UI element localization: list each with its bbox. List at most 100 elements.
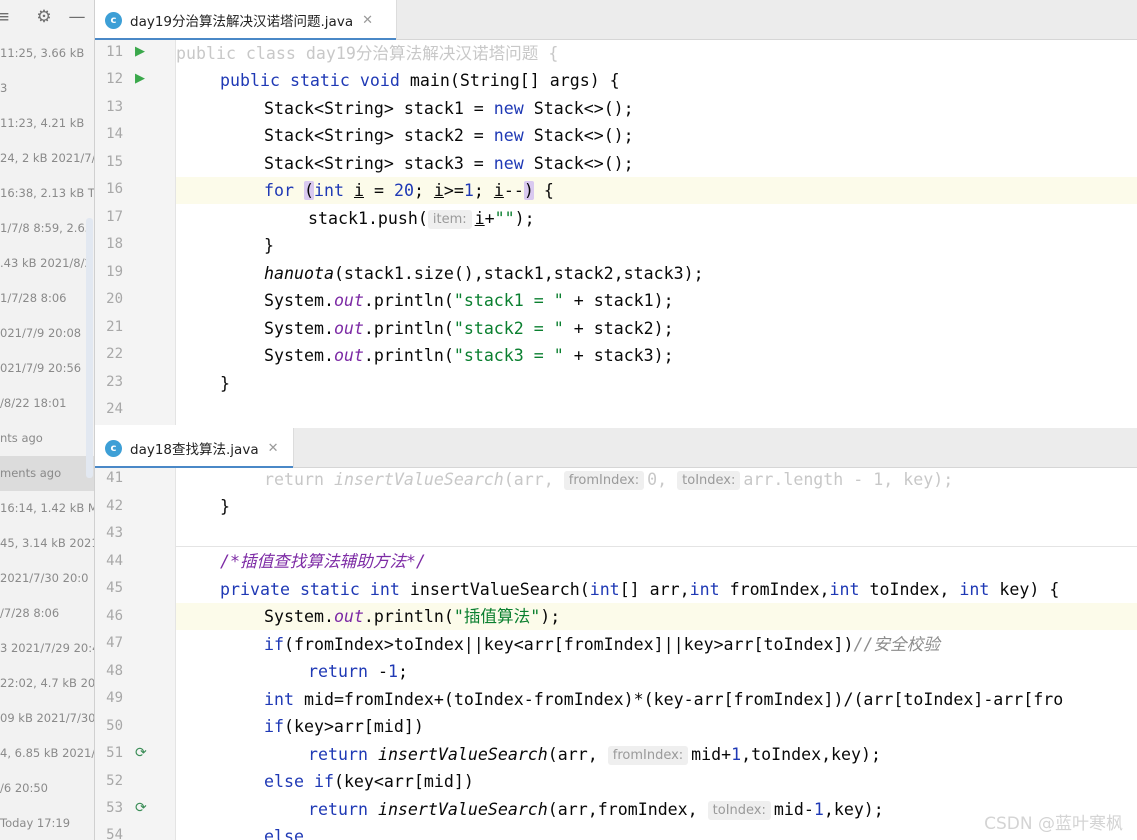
code-line-49: int mid=fromIndex+(toIndex-fromIndex)*(k… [264, 690, 1064, 709]
line-number: 12 [106, 71, 123, 87]
file-list-item[interactable]: 16:14, 1.42 kB M [0, 491, 94, 526]
file-list-item[interactable]: 45, 3.14 kB 2021 [0, 526, 94, 561]
close-icon[interactable]: ✕ [268, 441, 279, 456]
line-number: 51 [106, 745, 123, 761]
close-icon[interactable]: ✕ [362, 13, 373, 28]
param-hint: item: [427, 210, 472, 229]
file-list-item[interactable]: 22:02, 4.7 kB 20 [0, 666, 94, 701]
code-line-23: } [220, 374, 230, 393]
line-number: 46 [106, 608, 123, 624]
tab-day19[interactable]: c day19分治算法解决汉诺塔问题.java ✕ [95, 0, 397, 41]
file-list-item[interactable]: 16:38, 2.13 kB T [0, 176, 94, 211]
run-icon[interactable]: ▶ [135, 44, 145, 59]
file-list-item[interactable]: 1/7/8 8:59, 2.65 [0, 211, 94, 246]
code-line-51: return insertValueSearch(arr, fromIndex:… [308, 745, 882, 765]
code-line-17: stack1.push(item: i+""); [308, 209, 535, 229]
code-line-14: Stack<String> stack2 = new Stack<>(); [264, 126, 634, 145]
file-list-item[interactable]: 2021/7/30 20:0 [0, 561, 94, 596]
file-list-item[interactable]: 1/7/28 8:06 [0, 281, 94, 316]
code-line-15: Stack<String> stack3 = new Stack<>(); [264, 154, 634, 173]
code-line-13: Stack<String> stack1 = new Stack<>(); [264, 99, 634, 118]
code-line-41: return insertValueSearch(arr, fromIndex:… [264, 470, 954, 490]
line-number: 42 [106, 498, 123, 514]
file-list-item[interactable]: 3 [0, 71, 94, 106]
sidebar-scrollbar[interactable] [86, 218, 93, 478]
tab-day18[interactable]: c day18查找算法.java ✕ [95, 428, 294, 469]
file-list-item[interactable]: 021/7/9 20:56 [0, 351, 94, 386]
project-panel: ≡ ⚙ — 11:25, 3.66 kB311:23, 4.21 kB24, 2… [0, 0, 95, 840]
file-list-item[interactable]: 021/7/9 20:08 [0, 316, 94, 351]
code-line-54: else [264, 827, 304, 840]
line-number: 47 [106, 635, 123, 651]
code-line-42: } [220, 497, 230, 516]
line-number: 15 [106, 154, 123, 170]
code-line-12: public static void main(String[] args) { [220, 71, 620, 90]
line-number: 11 [106, 44, 123, 60]
line-number: 21 [106, 319, 123, 335]
recursion-icon[interactable]: ⟳ [135, 800, 147, 816]
line-number: 19 [106, 264, 123, 280]
code-line-45: private static int insertValueSearch(int… [220, 580, 1060, 599]
line-number: 45 [106, 580, 123, 596]
gear-icon[interactable]: ⚙ [33, 6, 55, 28]
code-line-20: System.out.println("stack1 = " + stack1)… [264, 291, 674, 310]
project-panel-toolbar: ≡ ⚙ — [0, 0, 94, 36]
line-number: 44 [106, 553, 123, 569]
class-icon: c [105, 11, 122, 29]
editor-tabbar-bottom: c day18查找算法.java ✕ [95, 428, 1137, 469]
line-number: 23 [106, 374, 123, 390]
line-number: 50 [106, 718, 123, 734]
line-number: 49 [106, 690, 123, 706]
code-line-52: else if(key<arr[mid]) [264, 772, 474, 791]
file-list-item[interactable]: Today 17:19 [0, 806, 94, 840]
code-line-53: return insertValueSearch(arr,fromIndex, … [308, 800, 884, 820]
line-number: 16 [106, 181, 123, 197]
code-line-46: System.out.println("插值算法"); [264, 607, 561, 626]
file-list: 11:25, 3.66 kB 3 11:23, 4.21 kB 24, 2 kB 20… [0, 36, 94, 840]
file-list-item[interactable]: /6 20:50 [0, 771, 94, 806]
file-list-item[interactable]: nts ago [0, 421, 94, 456]
line-number: 48 [106, 663, 123, 679]
collapse-icon[interactable]: ≡ [0, 6, 14, 28]
run-icon[interactable]: ▶ [135, 71, 145, 86]
file-list-item[interactable]: /7/28 8:06 [0, 596, 94, 631]
line-number: 20 [106, 291, 123, 307]
code-line-18: } [264, 236, 274, 255]
minimize-icon[interactable]: — [66, 6, 88, 28]
code-area-top[interactable]: public class day19分治算法解决汉诺塔问题 { public s… [176, 40, 1137, 425]
file-list-item[interactable]: /8/22 18:01 [0, 386, 94, 421]
code-area-bottom[interactable]: return insertValueSearch(arr, fromIndex:… [176, 468, 1137, 840]
line-number: 24 [106, 401, 123, 417]
recursion-icon[interactable]: ⟳ [135, 745, 147, 761]
param-hint: toIndex: [707, 801, 771, 820]
file-list-item[interactable]: 11:25, 3.66 kB [0, 36, 94, 71]
file-list-item[interactable]: 09 kB 2021/7/30 [0, 701, 94, 736]
code-line-50: if(key>arr[mid]) [264, 717, 424, 736]
line-number: 13 [106, 99, 123, 115]
file-list-item[interactable]: .43 kB 2021/8/2 [0, 246, 94, 281]
line-number: 43 [106, 525, 123, 541]
line-number: 54 [106, 827, 123, 840]
file-list-item[interactable]: 11:23, 4.21 kB [0, 106, 94, 141]
file-list-item[interactable]: 24, 2 kB 2021/7/ [0, 141, 94, 176]
file-list-item[interactable]: 4, 6.85 kB 2021/ [0, 736, 94, 771]
file-list-item[interactable]: 3 2021/7/29 20:4 [0, 631, 94, 666]
code-line-11: public class day19分治算法解决汉诺塔问题 { [176, 44, 559, 63]
tab-title: day18查找算法.java [130, 442, 259, 458]
code-line-19: hanuota(stack1.size(),stack1,stack2,stac… [264, 264, 704, 283]
line-number: 17 [106, 209, 123, 225]
line-number: 41 [106, 470, 123, 486]
line-number: 53 [106, 800, 123, 816]
line-number: 52 [106, 773, 123, 789]
method-separator [176, 546, 1137, 547]
line-number: 18 [106, 236, 123, 252]
class-icon: c [105, 439, 122, 457]
line-gutter-bottom: 41 42 43 44 45 46 47 48 49 50 51 ⟳ 52 53… [95, 468, 176, 840]
code-line-47: if(fromIndex>toIndex||key<arr[fromIndex]… [264, 635, 940, 654]
line-gutter-top: 11 ▶ 12 ▶ 13 14 15 16 💡 17 18 19 20 21 2… [95, 40, 176, 425]
file-list-item[interactable]: ments ago [0, 456, 94, 491]
code-line-48: return -1; [308, 662, 408, 681]
watermark: CSDN @蓝叶寒枫 [984, 814, 1123, 834]
line-number: 14 [106, 126, 123, 142]
code-line-44: /*插值查找算法辅助方法*/ [220, 552, 426, 571]
